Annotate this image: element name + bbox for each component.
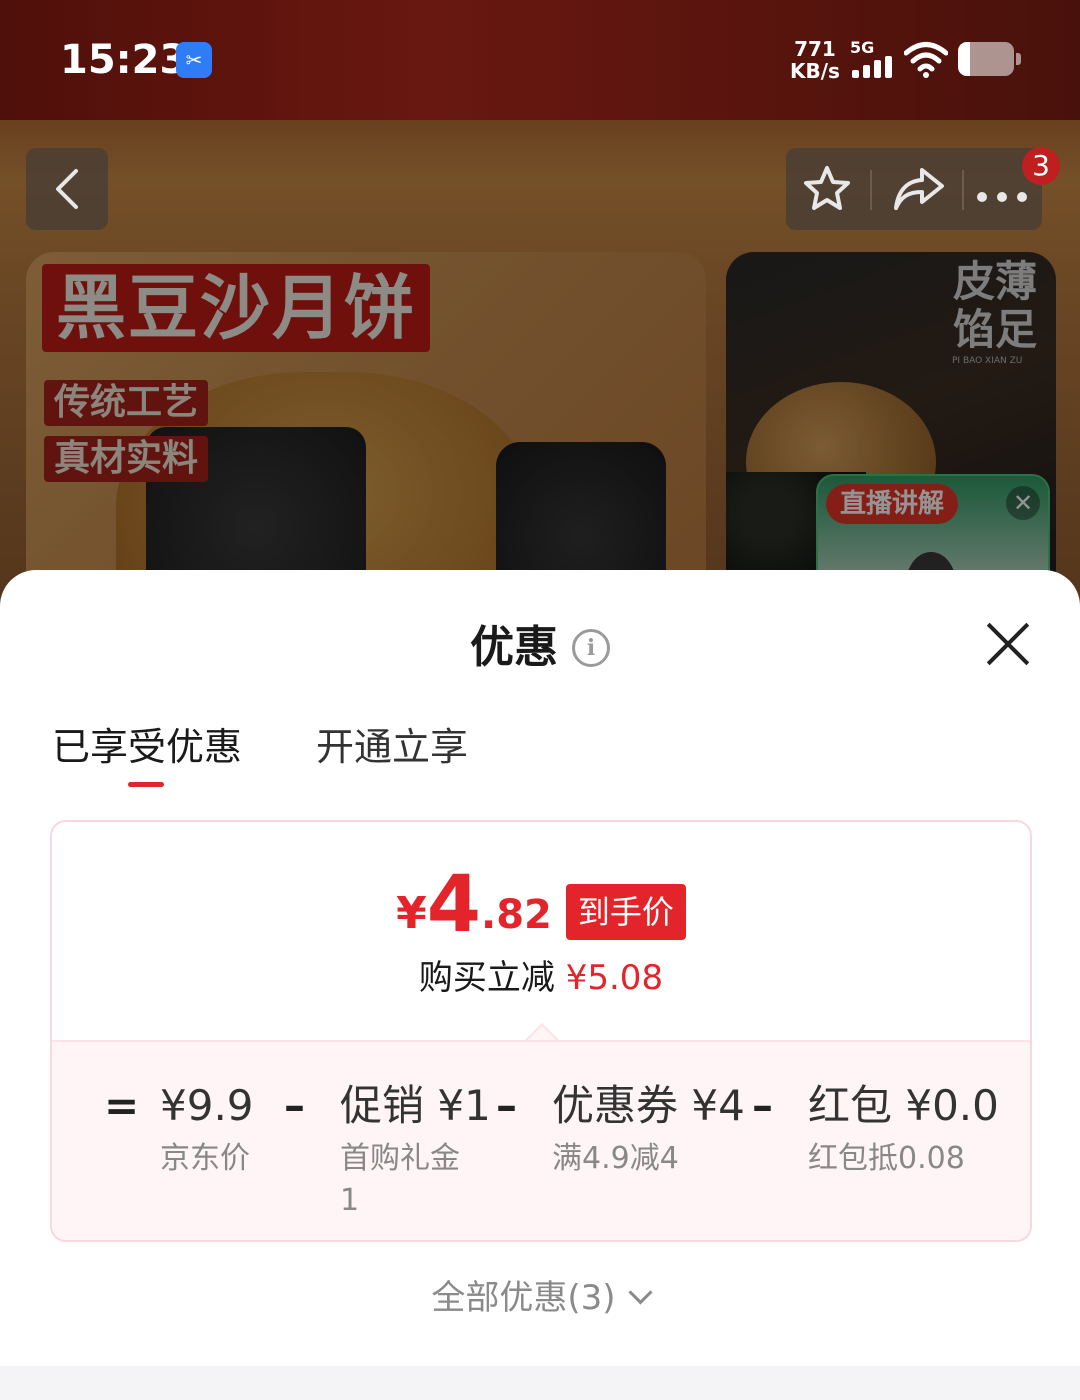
final-price: ¥ 4 .82 到手价 — [52, 866, 1030, 944]
jd-price-value: ¥9.9 — [160, 1081, 254, 1130]
network-speed: 771 KB/s — [790, 38, 840, 82]
coupon-item: 优惠券 ¥4 满4.9减4 — [552, 1078, 745, 1180]
red-packet-item: 红包 ¥0.0 红包抵0.08 — [808, 1078, 999, 1180]
notification-badge: 3 — [1022, 147, 1060, 185]
tab-activate-to-enjoy[interactable]: 开通立享 — [316, 720, 468, 774]
promotion-value: 促销 ¥1 — [340, 1081, 491, 1130]
screenshot-app-icon: ✂ — [176, 42, 212, 78]
currency-symbol: ¥ — [396, 888, 427, 939]
sheet-title: 优惠 — [470, 622, 558, 673]
back-button[interactable] — [26, 148, 108, 230]
wifi-icon — [903, 40, 949, 85]
bottom-divider — [0, 1366, 1080, 1400]
coupon-label: 满4.9减4 — [552, 1141, 679, 1176]
network-type: 5G — [850, 38, 875, 57]
all-offers-toggle[interactable]: 全部优惠(3) — [0, 1270, 1080, 1326]
jd-price-label: 京东价 — [160, 1141, 250, 1176]
jd-price-item: ¥9.9 京东价 — [160, 1078, 254, 1180]
price-formula: = ¥9.9 京东价 – 促销 ¥1 首购礼金 1 – 优惠券 ¥4 满4.9减… — [52, 1040, 1030, 1240]
minus-sign: – — [752, 1081, 773, 1130]
final-price-section: ¥ 4 .82 到手价 购买立减 ¥5.08 — [52, 822, 1030, 1040]
favorite-star-icon[interactable] — [796, 148, 858, 230]
coupon-value: 优惠券 ¥4 — [552, 1081, 745, 1130]
discount-bottom-sheet: 优惠 i 已享受优惠 开通立享 ¥ 4 .82 到手价 购买立减 ¥5.08 = — [0, 570, 1080, 1400]
price-breakdown-card: ¥ 4 .82 到手价 购买立减 ¥5.08 = ¥9.9 京东价 – 促销 ¥… — [50, 820, 1032, 1242]
equals-sign: = — [104, 1081, 140, 1130]
share-icon[interactable] — [884, 148, 954, 230]
price-decimal: .82 — [481, 892, 552, 938]
final-price-tag: 到手价 — [565, 884, 686, 940]
status-bar: 15:23 ✂ 771 KB/s 5G — [0, 0, 1080, 120]
instant-reduction: 购买立减 ¥5.08 — [52, 954, 1030, 1002]
network-speed-value: 771 — [794, 37, 836, 61]
info-icon[interactable]: i — [572, 629, 610, 667]
close-icon[interactable] — [984, 620, 1032, 668]
divider — [870, 170, 872, 210]
chevron-down-icon — [628, 1280, 653, 1305]
minus-sign: – — [496, 1081, 517, 1130]
chevron-left-icon — [56, 169, 78, 209]
red-packet-value: 红包 ¥0.0 — [808, 1081, 999, 1130]
tab-enjoyed-discounts[interactable]: 已享受优惠 — [52, 720, 242, 774]
status-time: 15:23 — [60, 37, 188, 83]
promotion-label: 首购礼金 1 — [340, 1141, 460, 1218]
reduction-amount: ¥5.08 — [565, 958, 664, 998]
minus-sign: – — [284, 1081, 305, 1130]
network-speed-unit: KB/s — [790, 59, 840, 83]
signal-icon — [852, 56, 894, 78]
active-tab-indicator — [128, 782, 164, 787]
reduction-label: 购买立减 — [418, 958, 555, 998]
promotion-item: 促销 ¥1 首购礼金 1 — [340, 1078, 491, 1222]
battery-icon — [958, 42, 1021, 76]
sheet-header: 优惠 i — [0, 618, 1080, 678]
divider — [962, 170, 964, 210]
top-action-group — [786, 148, 1042, 230]
price-integer: 4 — [426, 860, 482, 950]
red-packet-label: 红包抵0.08 — [808, 1141, 965, 1176]
all-offers-label: 全部优惠(3) — [431, 1278, 616, 1318]
